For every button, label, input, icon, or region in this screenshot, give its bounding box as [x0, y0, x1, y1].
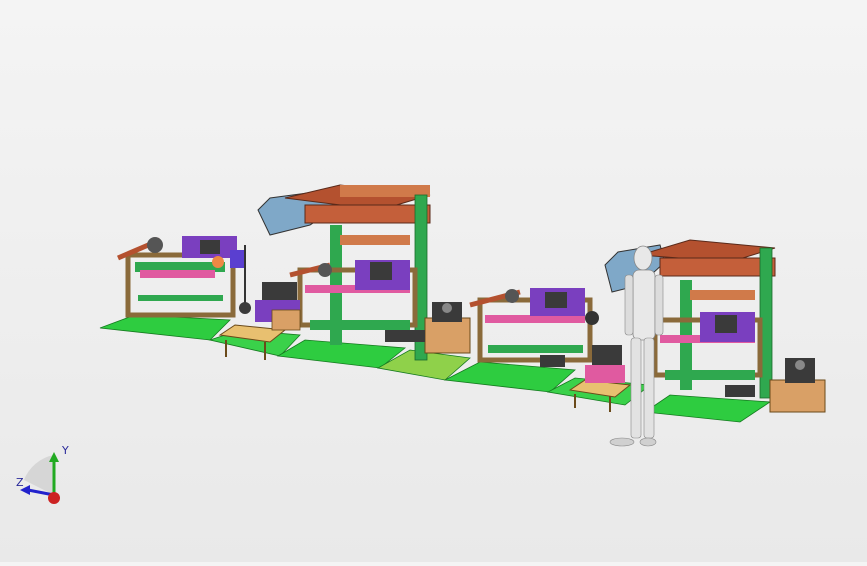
assembly-drawing	[99, 184, 826, 447]
station-3	[469, 288, 599, 367]
station-1	[117, 236, 244, 318]
floor-plate-1	[99, 314, 231, 341]
z-axis-label: Z	[16, 476, 24, 489]
coordinate-triad: Y Z	[16, 444, 69, 504]
cad-viewport[interactable]: Y Z	[0, 0, 867, 562]
motor-box-2	[769, 358, 826, 413]
floor-plate-7	[643, 394, 772, 423]
x-axis-marker	[48, 492, 60, 504]
y-axis-label: Y	[61, 444, 69, 457]
